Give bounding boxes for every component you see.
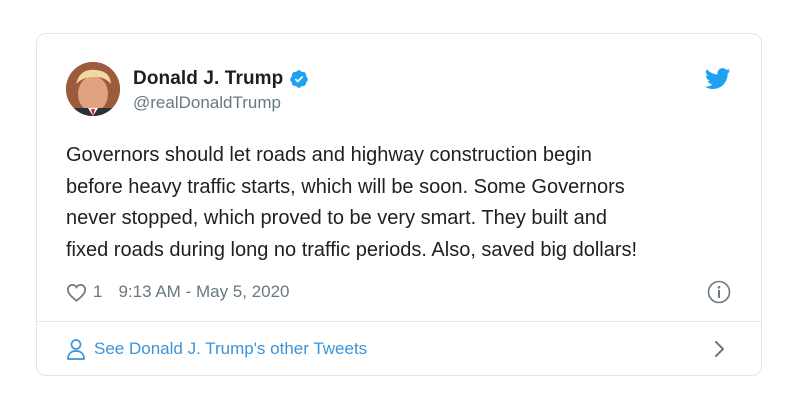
chevron-right-icon[interactable]	[713, 340, 725, 358]
like-count: 1	[93, 282, 103, 301]
user-names: Donald J. Trump @realDonaldTrump	[133, 66, 309, 113]
tweet-timestamp[interactable]: 9:13 AM - May 5, 2020	[118, 282, 289, 302]
name-row: Donald J. Trump	[133, 66, 309, 92]
divider	[37, 321, 761, 322]
verified-badge-icon	[289, 69, 309, 89]
user-handle[interactable]: @realDonaldTrump	[133, 93, 309, 113]
tweet-meta: 1 9:13 AM - May 5, 2020	[66, 279, 290, 305]
see-other-tweets-link[interactable]: See Donald J. Trump's other Tweets	[66, 336, 367, 362]
tweet-card: Donald J. Trump @realDonaldTrump Governo…	[36, 33, 762, 376]
tweet-text: Governors should let roads and highway c…	[66, 144, 638, 261]
person-icon	[66, 338, 86, 360]
twitter-bird-icon[interactable]	[704, 68, 731, 90]
see-other-tweets-label: See Donald J. Trump's other Tweets	[94, 339, 368, 358]
tweet-header: Donald J. Trump @realDonaldTrump	[66, 62, 309, 116]
heart-icon[interactable]	[66, 283, 87, 302]
display-name[interactable]: Donald J. Trump	[133, 68, 283, 90]
info-icon[interactable]	[707, 280, 731, 304]
avatar[interactable]	[66, 62, 120, 116]
